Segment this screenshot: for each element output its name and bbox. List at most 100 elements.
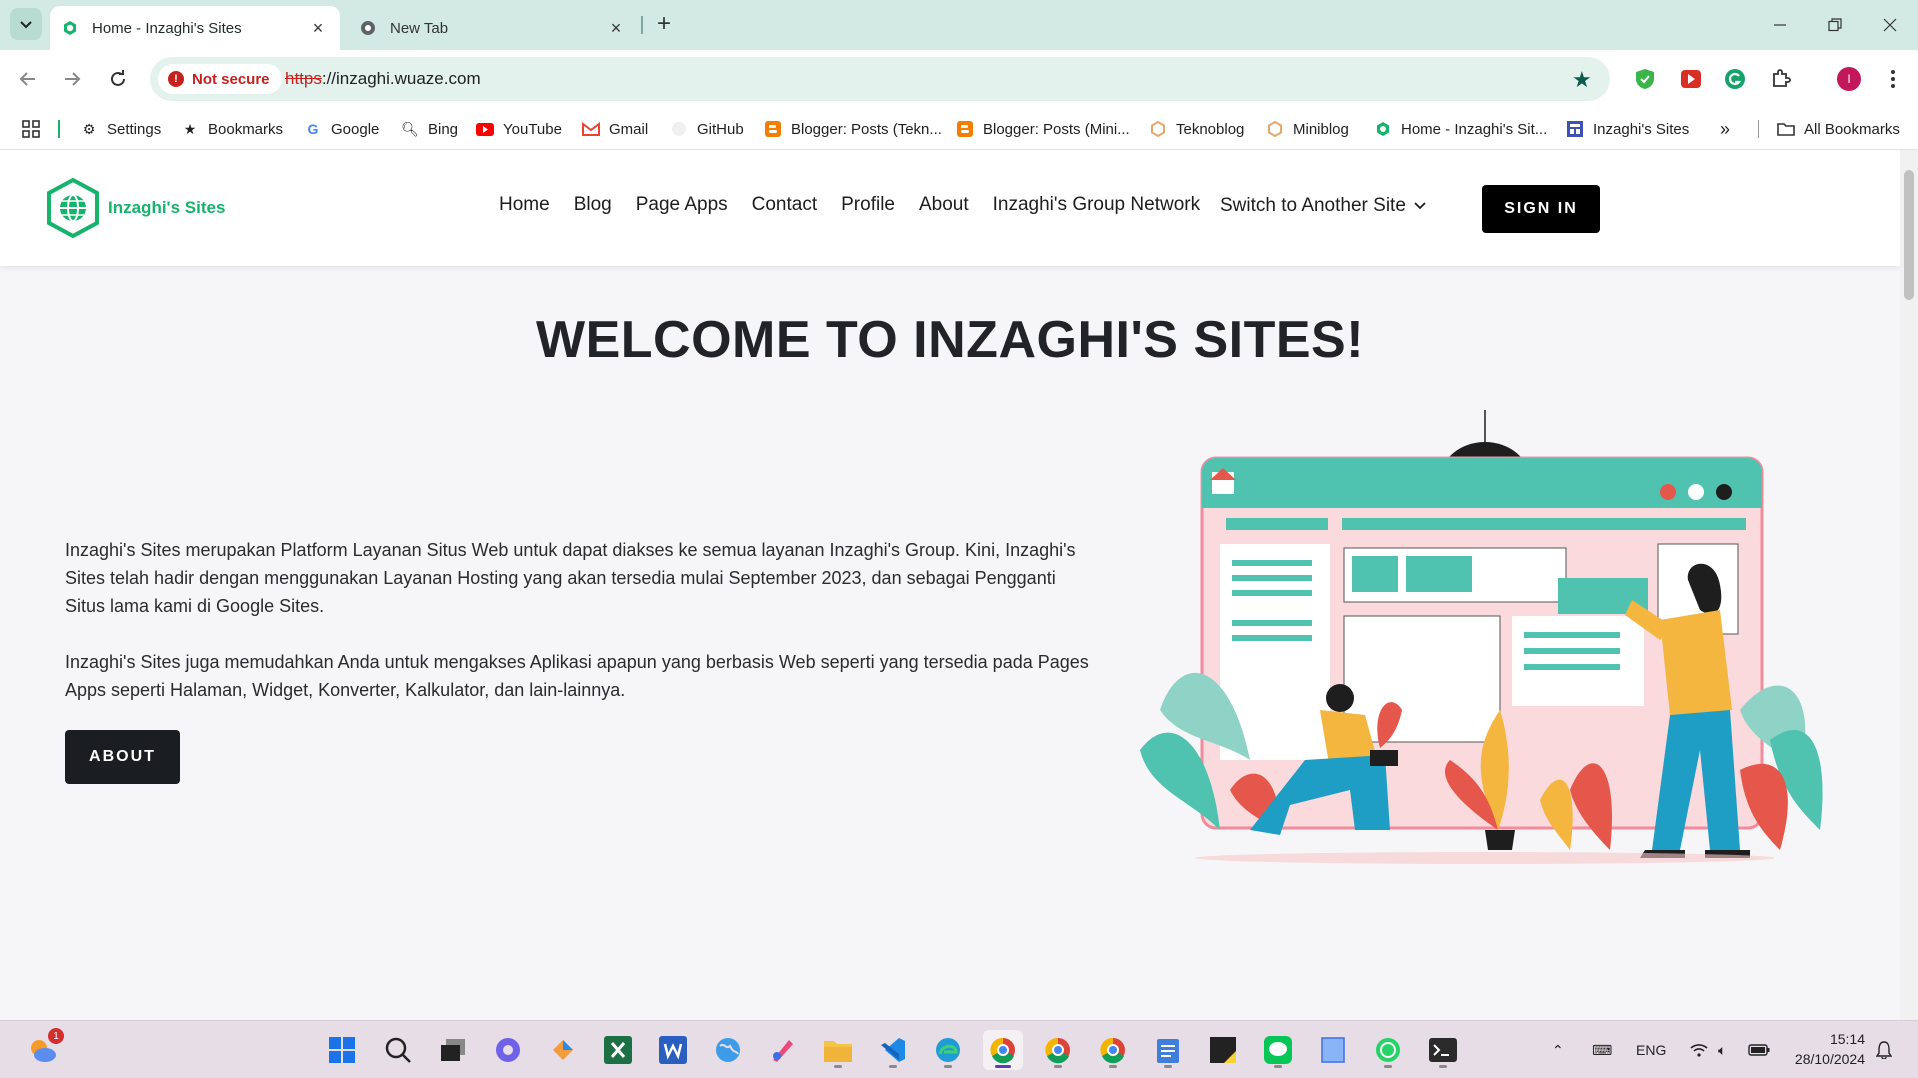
avatar: I — [1837, 67, 1861, 91]
notification-bell-icon[interactable] — [1876, 1021, 1892, 1078]
system-clock[interactable]: 15:14 28/10/2024 — [1785, 1029, 1865, 1069]
grammarly-extension-icon[interactable] — [1720, 64, 1750, 94]
nav-home[interactable]: Home — [499, 194, 550, 216]
bookmark-youtube[interactable]: YouTube — [476, 108, 562, 150]
hero-paragraph-1: Inzaghi's Sites merupakan Platform Layan… — [65, 540, 1076, 616]
chrome-app-profile-3[interactable] — [1093, 1030, 1133, 1070]
close-window-button[interactable] — [1862, 0, 1918, 50]
back-button[interactable] — [12, 63, 44, 95]
adblock-extension-icon[interactable] — [1630, 64, 1660, 94]
forward-button[interactable] — [56, 63, 88, 95]
vscode-app[interactable] — [873, 1030, 913, 1070]
bookmark-home-inzaghi[interactable]: Home - Inzaghi's Sit... — [1374, 108, 1547, 150]
start-button[interactable] — [322, 1030, 362, 1070]
terminal-app[interactable] — [1423, 1030, 1463, 1070]
word-app[interactable] — [653, 1030, 693, 1070]
tab-search-button[interactable] — [10, 8, 42, 40]
line-app[interactable] — [1258, 1030, 1298, 1070]
security-chip[interactable]: ! Not secure — [158, 64, 282, 94]
address-bar[interactable]: ! Not secure https://inzaghi.wuaze.com ★ — [150, 57, 1610, 101]
clock-time: 15:14 — [1829, 1031, 1865, 1047]
sign-in-button[interactable]: SIGN IN — [1482, 185, 1600, 233]
nav-blog[interactable]: Blog — [574, 194, 612, 216]
all-bookmarks-button[interactable]: All Bookmarks — [1777, 108, 1900, 150]
chrome-app-profile-2[interactable] — [1038, 1030, 1078, 1070]
battery-icon[interactable] — [1748, 1021, 1770, 1078]
bookmark-star-icon[interactable]: ★ — [1572, 67, 1596, 92]
terminal-icon — [1429, 1038, 1457, 1062]
apps-button[interactable] — [22, 108, 40, 150]
site-logo[interactable]: Inzaghi's Sites — [46, 178, 225, 238]
taskbar-search[interactable] — [378, 1030, 418, 1070]
blogger-icon — [764, 120, 782, 138]
notepad-app[interactable] — [1148, 1030, 1188, 1070]
show-hidden-icons[interactable]: ⌃ — [1552, 1021, 1564, 1078]
bookmark-bookmarks[interactable]: ★ Bookmarks — [181, 108, 283, 150]
weather-widget[interactable]: 1 — [22, 1028, 64, 1070]
maps-app[interactable] — [708, 1030, 748, 1070]
nav-contact[interactable]: Contact — [752, 194, 817, 216]
nav-page-apps[interactable]: Page Apps — [636, 194, 728, 216]
copilot-icon — [496, 1038, 520, 1062]
more-bookmarks-button[interactable]: » — [1720, 108, 1730, 150]
edge-icon — [936, 1038, 960, 1062]
puzzle-icon — [1773, 69, 1791, 87]
bookmark-teknoblog[interactable]: Teknoblog — [1149, 108, 1244, 150]
chevron-down-icon — [1414, 202, 1426, 210]
notepad-icon — [1157, 1039, 1179, 1063]
notes-app[interactable] — [1313, 1030, 1353, 1070]
close-tab-icon[interactable]: × — [606, 18, 626, 38]
battery-icon — [1748, 1044, 1770, 1056]
bookmark-inzaghi-sites[interactable]: Inzaghi's Sites — [1566, 108, 1689, 150]
tab-separator — [641, 16, 643, 34]
tab-title: Home - Inzaghi's Sites — [92, 19, 242, 37]
reload-button[interactable] — [102, 63, 134, 95]
sticky-notes-app[interactable] — [1203, 1030, 1243, 1070]
hexagon-icon — [1149, 120, 1167, 138]
volume-icon[interactable]: 🔈︎ — [1718, 1021, 1726, 1078]
keyboard-icon[interactable]: ⌨ — [1592, 1021, 1612, 1078]
wifi-icon[interactable] — [1690, 1021, 1708, 1078]
language-indicator[interactable]: ENG — [1636, 1021, 1666, 1078]
bookmark-miniblog[interactable]: Miniblog — [1266, 108, 1349, 150]
restore-icon — [1828, 18, 1842, 32]
video-extension-icon[interactable] — [1676, 64, 1706, 94]
menu-button[interactable] — [1878, 64, 1908, 94]
switch-site-dropdown[interactable]: Switch to Another Site — [1220, 195, 1426, 217]
profile-avatar[interactable]: I — [1834, 64, 1864, 94]
bookmark-blogger-mini[interactable]: Blogger: Posts (Mini... — [956, 108, 1130, 150]
tab-home[interactable]: Home - Inzaghi's Sites × — [50, 6, 340, 50]
m365-icon — [553, 1040, 573, 1060]
bookmark-google[interactable]: G Google — [304, 108, 380, 150]
task-view-button[interactable] — [433, 1030, 473, 1070]
nav-about[interactable]: About — [919, 194, 969, 216]
url-text[interactable]: https://inzaghi.wuaze.com — [285, 69, 481, 89]
file-explorer-app[interactable] — [818, 1030, 858, 1070]
bookmark-settings[interactable]: ⚙ Settings — [80, 108, 161, 150]
scrollbar-thumb[interactable] — [1904, 170, 1914, 300]
bookmark-github[interactable]: GitHub — [670, 108, 744, 150]
url-scheme: https — [285, 69, 322, 88]
microsoft-365-app[interactable] — [543, 1030, 583, 1070]
paint-app[interactable] — [763, 1030, 803, 1070]
security-label: Not secure — [192, 70, 270, 88]
about-button[interactable]: ABOUT — [65, 730, 180, 784]
restore-button[interactable] — [1807, 0, 1863, 50]
excel-app[interactable] — [598, 1030, 638, 1070]
bookmark-gmail[interactable]: Gmail — [582, 108, 648, 150]
new-tab-button[interactable]: + — [650, 10, 678, 38]
page-scrollbar[interactable] — [1900, 150, 1918, 1020]
tab-new-tab[interactable]: New Tab × — [348, 6, 638, 50]
grammarly-icon — [1725, 69, 1745, 89]
nav-group-network[interactable]: Inzaghi's Group Network — [993, 194, 1200, 216]
bookmark-blogger-tekno[interactable]: Blogger: Posts (Tekn... — [764, 108, 942, 150]
whatsapp-app[interactable] — [1368, 1030, 1408, 1070]
chrome-app-profile-1[interactable] — [983, 1030, 1023, 1070]
edge-app[interactable] — [928, 1030, 968, 1070]
nav-profile[interactable]: Profile — [841, 194, 895, 216]
minimize-button[interactable] — [1752, 0, 1808, 50]
extensions-button[interactable] — [1766, 64, 1796, 94]
bookmark-bing[interactable]: 🔍︎ Bing — [401, 108, 458, 150]
copilot-app[interactable] — [488, 1030, 528, 1070]
close-tab-icon[interactable]: × — [308, 18, 328, 38]
